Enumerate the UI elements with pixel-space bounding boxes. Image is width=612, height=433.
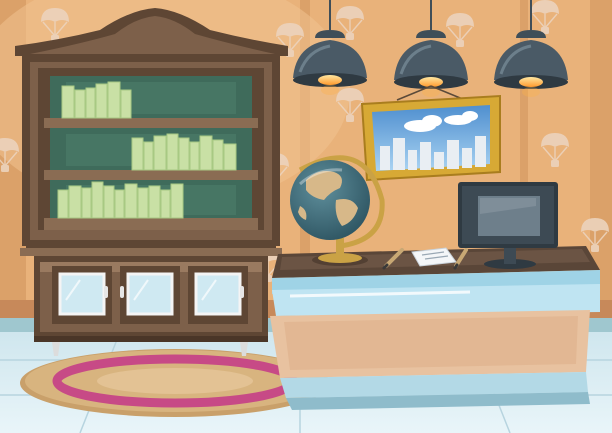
reception-desk[interactable] [270,246,600,410]
cabinet-door[interactable] [188,266,248,324]
office-room-scene [0,0,612,433]
cabinet-door[interactable] [52,266,112,324]
cabinet-door[interactable] [120,266,180,324]
bookcase-cabinet[interactable] [15,8,288,356]
